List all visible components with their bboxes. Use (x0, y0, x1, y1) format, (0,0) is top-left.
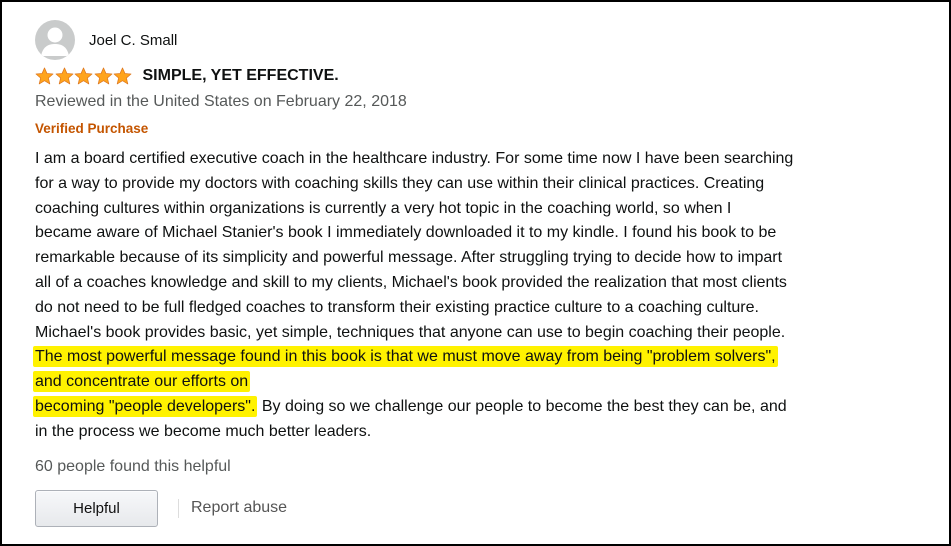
star-icon (94, 67, 112, 85)
review-text: became aware of Michael Stanier's book I… (35, 224, 777, 242)
review-text: Michael's book provides basic, yet simpl… (35, 323, 786, 341)
review-body-line: I am a board certified executive coach i… (35, 147, 915, 172)
review-title-row: SIMPLE, YET EFFECTIVE. (35, 67, 339, 85)
review-text: in the process we become much better lea… (35, 422, 372, 440)
review-body-line: Michael's book provides basic, yet simpl… (35, 321, 915, 346)
report-abuse-link[interactable]: Report abuse (191, 499, 287, 517)
review-text: coaching cultures within organizations i… (35, 199, 732, 217)
review-text: I am a board certified executive coach i… (35, 150, 794, 167)
review-text: do not need to be full fledged coaches t… (35, 298, 759, 316)
star-rating[interactable] (35, 67, 133, 85)
review-title[interactable]: SIMPLE, YET EFFECTIVE. (143, 67, 339, 85)
review-body-line: The most powerful message found in this … (33, 345, 915, 370)
review-body-line: in the process we become much better lea… (35, 420, 915, 445)
review-text: remarkable because of its simplicity and… (35, 249, 783, 267)
star-icon (113, 67, 132, 85)
star-icon (35, 67, 54, 85)
reviewer-profile[interactable]: Joel C. Small (35, 20, 177, 60)
review-text: for a way to provide my doctors with coa… (35, 174, 765, 192)
avatar-icon (35, 20, 75, 60)
review-body: I am a board certified executive coach i… (33, 147, 915, 445)
highlighted-text: and concentrate our efforts on (33, 371, 251, 393)
review-text: By doing so we challenge our people to b… (257, 397, 787, 415)
highlighted-text: becoming "people developers". (33, 395, 258, 417)
review-body-line: became aware of Michael Stanier's book I… (35, 221, 915, 246)
reviewer-name[interactable]: Joel C. Small (89, 32, 177, 49)
star-icon (55, 67, 73, 85)
review-text: all of a coaches knowledge and skill to … (35, 273, 787, 291)
highlighted-text: The most powerful message found in this … (33, 346, 778, 368)
helpful-button[interactable]: Helpful (35, 490, 158, 527)
star-icon (74, 67, 93, 85)
verified-purchase-badge[interactable]: Verified Purchase (35, 121, 148, 136)
divider (178, 499, 179, 518)
review-body-line: for a way to provide my doctors with coa… (35, 172, 915, 197)
review-date: Reviewed in the United States on Februar… (35, 93, 407, 110)
helpful-count: 60 people found this helpful (35, 458, 231, 475)
review-body-line: do not need to be full fledged coaches t… (35, 296, 915, 321)
review-body-line: remarkable because of its simplicity and… (35, 246, 915, 271)
review-body-line: all of a coaches knowledge and skill to … (35, 271, 915, 296)
review-body-line: becoming "people developers". By doing s… (33, 395, 915, 420)
review-body-line: and concentrate our efforts on (33, 370, 915, 395)
review-body-line: coaching cultures within organizations i… (35, 197, 915, 222)
review-card: Joel C. Small SIMPLE, YET EFFECTIVE. Rev… (0, 0, 951, 546)
